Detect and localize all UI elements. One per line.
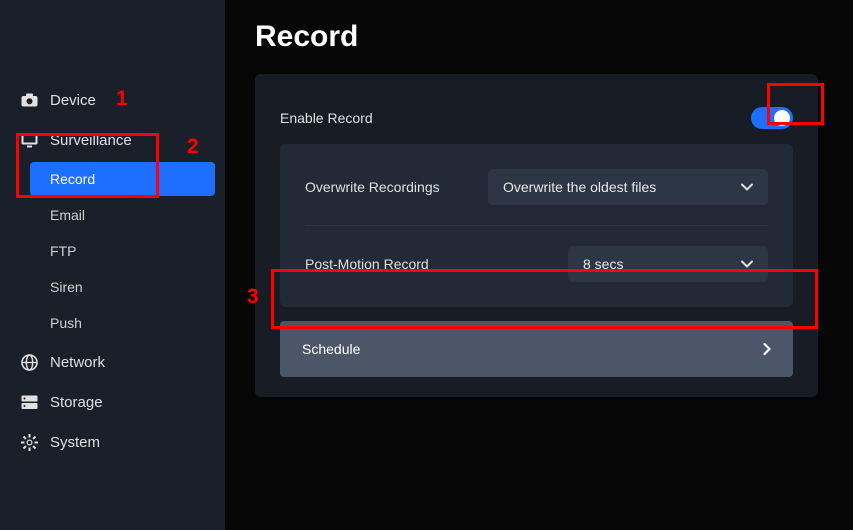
postmotion-value: 8 secs — [583, 256, 623, 272]
sidebar-sub-label: Push — [50, 315, 82, 331]
sidebar-item-storage[interactable]: Storage — [0, 382, 225, 422]
surveillance-submenu: Record Email FTP Siren Push — [0, 162, 225, 340]
sidebar-sub-label: Record — [50, 171, 95, 187]
chevron-down-icon — [741, 260, 753, 268]
enable-record-row: Enable Record — [280, 92, 793, 144]
sidebar-sub-record[interactable]: Record — [30, 162, 215, 196]
chevron-down-icon — [741, 183, 753, 191]
record-settings-panel: Overwrite Recordings Overwrite the oldes… — [280, 144, 793, 307]
postmotion-select[interactable]: 8 secs — [568, 246, 768, 282]
toggle-knob — [774, 110, 790, 126]
sidebar-sub-email[interactable]: Email — [30, 198, 215, 232]
sidebar-item-label: System — [50, 434, 100, 451]
monitor-icon — [20, 131, 38, 149]
sidebar-item-surveillance[interactable]: Surveillance — [0, 120, 225, 160]
enable-record-toggle[interactable] — [751, 107, 793, 129]
postmotion-label: Post-Motion Record — [305, 256, 429, 272]
camera-icon — [20, 91, 38, 109]
sidebar-item-label: Storage — [50, 394, 103, 411]
globe-icon — [20, 353, 38, 371]
sidebar-item-label: Network — [50, 354, 105, 371]
postmotion-row: Post-Motion Record 8 secs — [305, 226, 768, 302]
sidebar-item-system[interactable]: System — [0, 422, 225, 462]
sidebar-item-device[interactable]: Device — [0, 80, 225, 120]
sidebar-sub-label: Siren — [50, 279, 83, 295]
sidebar-sub-label: FTP — [50, 243, 76, 259]
overwrite-label: Overwrite Recordings — [305, 179, 440, 195]
page-title: Record — [255, 20, 818, 54]
schedule-button[interactable]: Schedule — [280, 321, 793, 377]
sidebar-sub-siren[interactable]: Siren — [30, 270, 215, 304]
overwrite-value: Overwrite the oldest files — [503, 179, 656, 195]
sidebar-sub-ftp[interactable]: FTP — [30, 234, 215, 268]
gear-icon — [20, 433, 38, 451]
enable-record-label: Enable Record — [280, 110, 373, 126]
record-panel: Enable Record Overwrite Recordings Overw… — [255, 74, 818, 397]
sidebar-sub-push[interactable]: Push — [30, 306, 215, 340]
chevron-right-icon — [763, 343, 771, 355]
sidebar-item-network[interactable]: Network — [0, 342, 225, 382]
sidebar-item-label: Surveillance — [50, 132, 132, 149]
sidebar: Device Surveillance Record Email FTP Sir… — [0, 0, 225, 530]
schedule-label: Schedule — [302, 341, 360, 357]
storage-icon — [20, 393, 38, 411]
sidebar-sub-label: Email — [50, 207, 85, 223]
overwrite-select[interactable]: Overwrite the oldest files — [488, 169, 768, 205]
sidebar-item-label: Device — [50, 92, 96, 109]
overwrite-row: Overwrite Recordings Overwrite the oldes… — [305, 149, 768, 226]
main-content: Record Enable Record Overwrite Recording… — [225, 0, 853, 530]
